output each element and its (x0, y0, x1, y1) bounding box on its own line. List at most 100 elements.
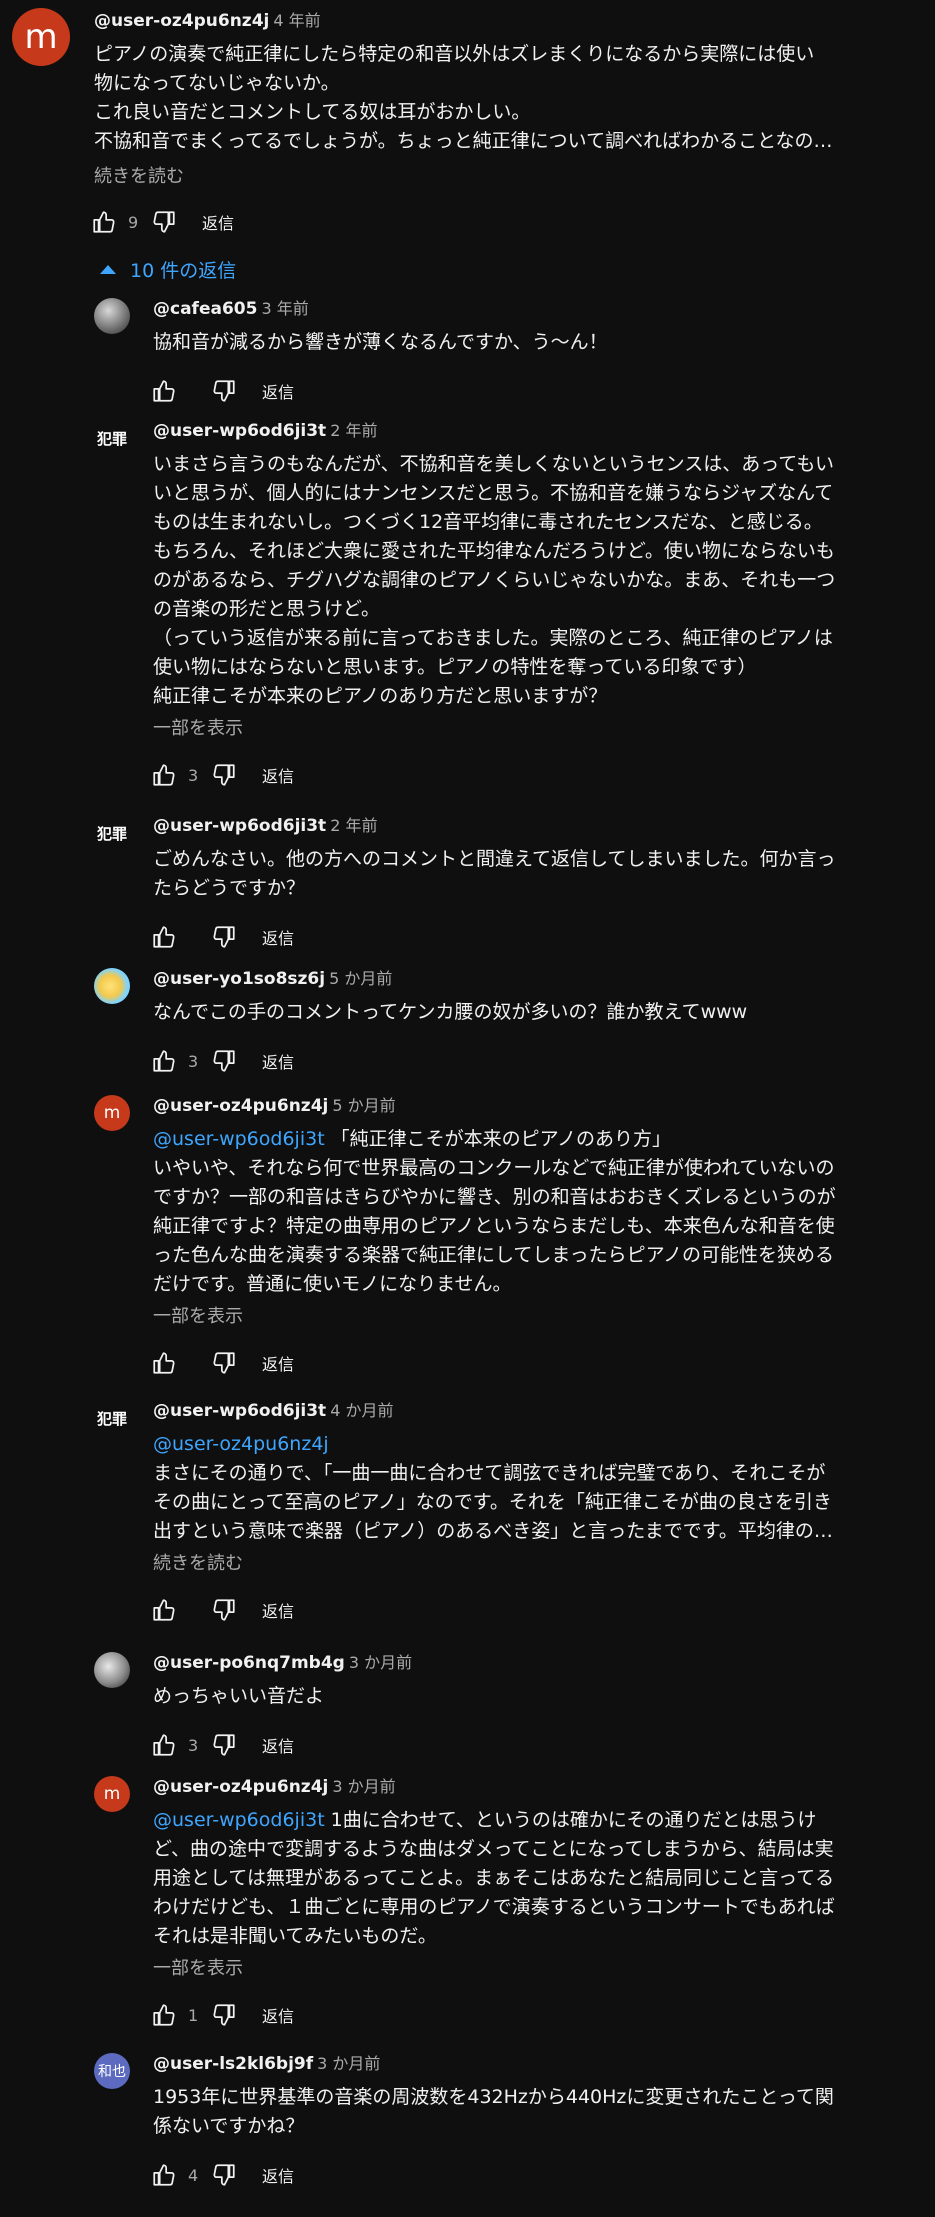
thumb-up-icon (153, 764, 175, 786)
avatar[interactable]: m (94, 1776, 130, 1812)
like-button[interactable] (150, 2001, 178, 2029)
reply-button[interactable]: 返信 (202, 210, 234, 234)
mention-link[interactable]: @user-oz4pu6nz4j (153, 1433, 329, 1455)
like-button[interactable] (150, 923, 178, 951)
comment-author[interactable]: @user-oz4pu6nz4j (153, 1777, 328, 1797)
reply-button[interactable]: 返信 (262, 2163, 294, 2187)
dislike-button[interactable] (150, 208, 178, 236)
dislike-button[interactable] (210, 1596, 238, 1624)
mention-link[interactable]: @user-wp6od6ji3t (153, 1128, 325, 1150)
thumb-up-icon (153, 926, 175, 948)
comment-line: の音楽の形だと思うけど。 (153, 598, 381, 620)
avatar[interactable]: 犯罪 (94, 420, 130, 456)
comment-actions: 返信 (150, 1594, 294, 1626)
read-more-link[interactable]: 一部を表示 (153, 1957, 243, 1981)
like-button[interactable] (150, 1047, 178, 1075)
comment-actions: 返信 (150, 1347, 294, 1379)
dislike-button[interactable] (210, 377, 238, 405)
comment-text: 協和音が減るから響きが薄くなるんですか、う〜ん！ (153, 328, 893, 357)
thumb-up-icon (93, 211, 115, 233)
avatar[interactable]: m (94, 1095, 130, 1131)
like-button[interactable] (150, 1596, 178, 1624)
like-button[interactable] (150, 377, 178, 405)
like-button[interactable] (150, 761, 178, 789)
dislike-button[interactable] (210, 923, 238, 951)
avatar[interactable]: m (12, 8, 70, 66)
comment-line: めっちゃいい音だよ (153, 1685, 325, 1707)
comment-author[interactable]: @user-yo1so8sz6j (153, 969, 325, 989)
comment-author[interactable]: @user-oz4pu6nz4j (153, 1096, 328, 1116)
read-more-link[interactable]: 一部を表示 (153, 1305, 243, 1329)
comment-time[interactable]: 2 年前 (330, 421, 377, 440)
reply-button[interactable]: 返信 (262, 763, 294, 787)
comment-actions: 返信 (150, 921, 294, 953)
dislike-button[interactable] (210, 2001, 238, 2029)
avatar[interactable]: 和也 (94, 2053, 130, 2089)
reply-button[interactable]: 返信 (262, 1049, 294, 1073)
dislike-button[interactable] (210, 1349, 238, 1377)
dislike-button[interactable] (210, 1731, 238, 1759)
comment-text: @user-wp6od6ji3t 1曲に合わせて、というのは確かにその通りだとは… (153, 1806, 893, 1951)
avatar[interactable] (94, 298, 130, 334)
comment-time[interactable]: 3 か月前 (332, 1777, 395, 1796)
comment-author[interactable]: @user-po6nq7mb4g (153, 1653, 345, 1673)
comment-actions: 返信 (150, 375, 294, 407)
thumb-up-icon (153, 380, 175, 402)
comment-author[interactable]: @cafea605 (153, 299, 257, 319)
comment-author[interactable]: @user-wp6od6ji3t (153, 1401, 326, 1421)
thumb-up-icon (153, 1352, 175, 1374)
read-more-link[interactable]: 続きを読む (94, 165, 184, 189)
reply-button[interactable]: 返信 (262, 925, 294, 949)
comment-time[interactable]: 5 か月前 (329, 969, 392, 988)
reply-button[interactable]: 返信 (262, 1598, 294, 1622)
comment-line: それは是非聞いてみたいものだ。 (153, 1925, 437, 1947)
chevron-up-icon (100, 265, 116, 274)
comment-line: その曲にとって至高のピアノ」なのです。それを「純正律こそが曲の良さを引き (153, 1491, 832, 1513)
avatar-text: 犯罪 (96, 1409, 127, 1428)
comment-line: いやいや、それなら何で世界最高のコンクールなどで純正律が使われていないの (153, 1157, 835, 1179)
avatar[interactable]: 犯罪 (94, 815, 130, 851)
comment-time[interactable]: 4 年前 (273, 11, 320, 30)
reply-button[interactable]: 返信 (262, 1351, 294, 1375)
comment-time[interactable]: 2 年前 (330, 816, 377, 835)
comment-author[interactable]: @user-wp6od6ji3t (153, 816, 326, 836)
dislike-button[interactable] (210, 2161, 238, 2189)
comment-actions: 3 返信 (150, 1729, 294, 1761)
replies-count-label: 10 件の返信 (130, 260, 237, 282)
comment-text: めっちゃいい音だよ (153, 1682, 893, 1711)
dislike-button[interactable] (210, 761, 238, 789)
comment-line-text: 1曲に合わせて、というのは確かにその通りだとは思うけ (324, 1809, 817, 1831)
read-more-link[interactable]: 続きを読む (153, 1552, 243, 1576)
dislike-button[interactable] (210, 1047, 238, 1075)
replies-toggle[interactable]: 10 件の返信 (100, 256, 236, 283)
mention-link[interactable]: @user-wp6od6ji3t (153, 1809, 325, 1831)
like-count: 9 (128, 212, 139, 232)
like-button[interactable] (150, 2161, 178, 2189)
avatar[interactable] (94, 968, 130, 1004)
reply-button[interactable]: 返信 (262, 1733, 294, 1757)
thumb-down-icon (213, 764, 235, 786)
comment-time[interactable]: 3 年前 (261, 299, 308, 318)
like-count: 1 (188, 2005, 199, 2025)
comment-line: 純正律こそが本来のピアノのあり方だと思いますが？ (153, 685, 608, 707)
like-button[interactable] (150, 1731, 178, 1759)
avatar[interactable] (94, 1652, 130, 1688)
like-button[interactable] (150, 1349, 178, 1377)
read-more-link[interactable]: 一部を表示 (153, 717, 243, 741)
comment-line: なんでこの手のコメントってケンカ腰の奴が多いの？誰か教えてwww (153, 1001, 748, 1023)
like-button[interactable] (90, 208, 118, 236)
comment-time[interactable]: 3 か月前 (317, 2054, 380, 2073)
comment-author[interactable]: @user-ls2kl6bj9f (153, 2054, 313, 2074)
thumb-down-icon (153, 211, 175, 233)
reply-button[interactable]: 返信 (262, 379, 294, 403)
thumb-down-icon (213, 926, 235, 948)
comment-time[interactable]: 4 か月前 (330, 1401, 393, 1420)
avatar[interactable]: 犯罪 (94, 1400, 130, 1436)
comment-author[interactable]: @user-oz4pu6nz4j (94, 11, 269, 31)
comment-author[interactable]: @user-wp6od6ji3t (153, 421, 326, 441)
comment-line: 不協和音でまくってるでしょうが。ちょっと純正律について調べればわかることなの… (94, 130, 833, 152)
comment-time[interactable]: 3 か月前 (349, 1653, 412, 1672)
comment-line: 用途としては無理があるってことよ。まぁそこはあなたと結局同じこと言ってる (153, 1867, 835, 1889)
reply-button[interactable]: 返信 (262, 2003, 294, 2027)
comment-time[interactable]: 5 か月前 (332, 1096, 395, 1115)
